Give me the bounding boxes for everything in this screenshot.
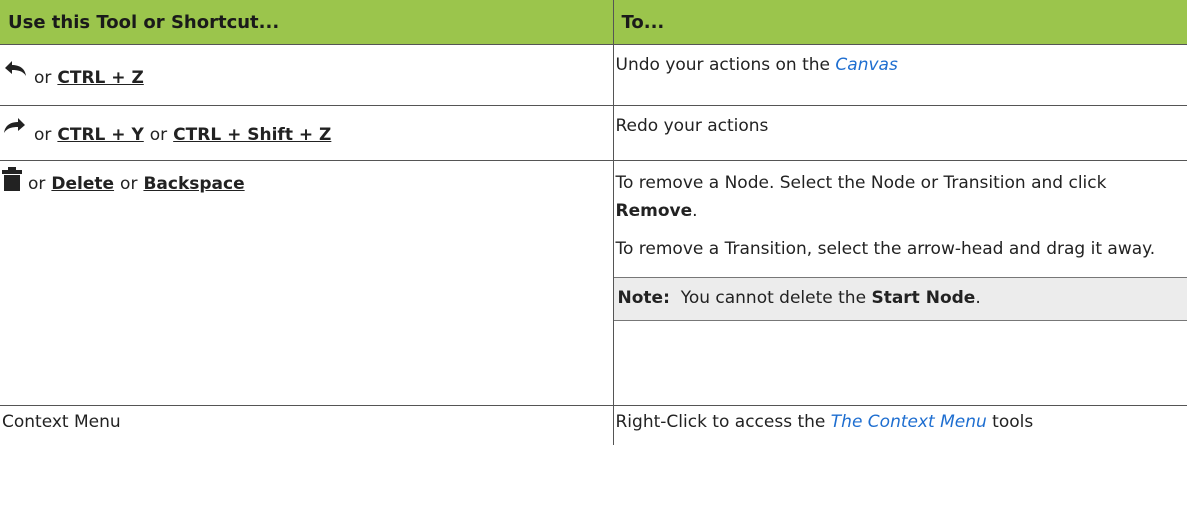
- redo-arrow-icon[interactable]: [2, 116, 28, 136]
- shortcut-ctrl-z: CTRL + Z: [57, 68, 144, 88]
- shortcuts-table: Use this Tool or Shortcut... To... or CT…: [0, 0, 1187, 445]
- connector-text: or: [34, 68, 52, 88]
- desc-cell-context-menu: Right-Click to access the The Context Me…: [613, 406, 1187, 446]
- note-box: Note: You cannot delete the Start Node.: [613, 277, 1187, 321]
- shortcut-ctrl-y: CTRL + Y: [57, 125, 144, 145]
- tool-cell-undo: or CTRL + Z: [0, 44, 614, 106]
- canvas-link[interactable]: Canvas: [835, 55, 897, 75]
- desc-cell-redo: Redo your actions: [613, 105, 1187, 161]
- table-row-context-menu: Context Menu Right-Click to access the T…: [0, 405, 1187, 446]
- desc-cell-undo: Undo your actions on the Canvas: [613, 44, 1187, 106]
- desc-text: tools: [986, 412, 1034, 432]
- remove-node-paragraph: To remove a Node. Select the Node or Tra…: [616, 161, 1182, 225]
- trash-icon[interactable]: [2, 167, 22, 191]
- table-row-redo: or CTRL + Y or CTRL + Shift + Z Redo you…: [0, 105, 1187, 161]
- shortcut-backspace: Backspace: [143, 174, 245, 194]
- table-row-undo: or CTRL + Z Undo your actions on the Can…: [0, 44, 1187, 106]
- table-row-delete: or Delete or Backspace To remove a Node.…: [0, 160, 1187, 406]
- connector-text: or: [34, 125, 52, 145]
- undo-arrow-icon[interactable]: [2, 59, 28, 79]
- connector-text: or: [149, 125, 168, 145]
- desc-text: Right-Click to access the: [615, 412, 831, 432]
- header-action-column: To...: [613, 0, 1187, 45]
- punctuation: .: [975, 288, 981, 308]
- desc-text: Redo your actions: [615, 116, 769, 136]
- tool-cell-context-menu: Context Menu: [0, 405, 614, 445]
- remove-transition-paragraph: To remove a Transition, select the arrow…: [615, 239, 1156, 259]
- header-tool-column: Use this Tool or Shortcut...: [0, 0, 614, 45]
- punctuation: .: [692, 201, 698, 221]
- desc-text: Undo your actions on the: [615, 55, 836, 75]
- shortcut-ctrl-shift-z: CTRL + Shift + Z: [173, 125, 332, 145]
- remove-label: Remove: [615, 201, 693, 221]
- context-menu-label: Context Menu: [2, 412, 121, 432]
- connector-text: or: [120, 174, 138, 194]
- note-label: Note:: [617, 288, 670, 308]
- start-node-label: Start Node: [871, 288, 976, 308]
- tool-cell-delete: or Delete or Backspace: [0, 160, 614, 406]
- connector-text: or: [28, 174, 46, 194]
- table-header-row: Use this Tool or Shortcut... To...: [0, 0, 1187, 45]
- desc-text: To remove a Node. Select the Node or Tra…: [615, 173, 1107, 193]
- desc-cell-delete: To remove a Node. Select the Node or Tra…: [613, 160, 1187, 406]
- note-text: You cannot delete the: [680, 288, 872, 308]
- context-menu-link[interactable]: The Context Menu: [831, 412, 987, 432]
- shortcut-delete: Delete: [51, 174, 115, 194]
- tool-cell-redo: or CTRL + Y or CTRL + Shift + Z: [0, 105, 614, 161]
